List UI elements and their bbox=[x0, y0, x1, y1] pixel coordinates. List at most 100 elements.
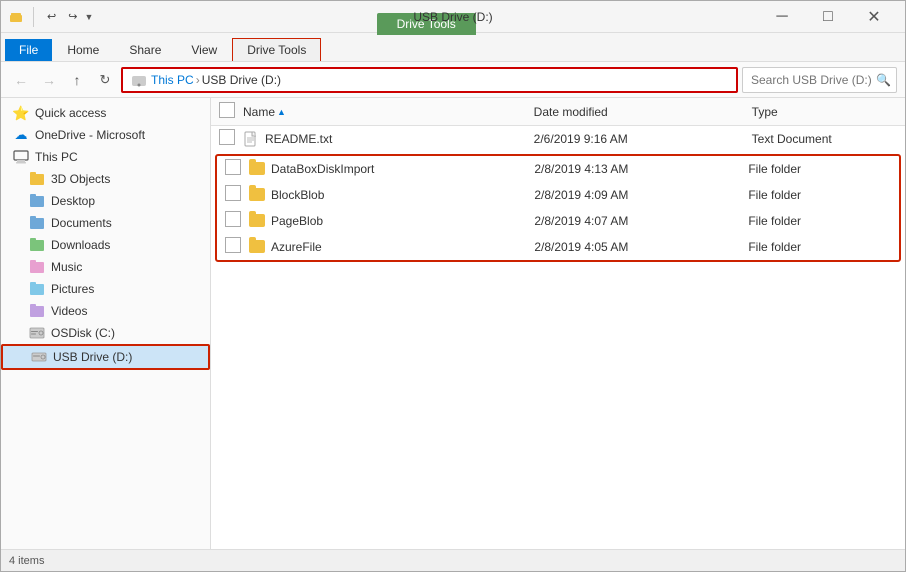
folder-music-icon bbox=[29, 259, 45, 275]
dropdown-arrow[interactable]: ▼ bbox=[84, 12, 93, 22]
up-button[interactable]: ↑ bbox=[65, 68, 89, 92]
table-row[interactable]: BlockBlob 2/8/2019 4:09 AM File folder bbox=[217, 182, 899, 208]
thispc-icon bbox=[13, 149, 29, 165]
undo-btn[interactable]: ↩ bbox=[42, 8, 61, 25]
tab-drive-tools[interactable]: Drive Tools bbox=[232, 38, 321, 61]
main-content: ⭐ Quick access ☁ OneDrive - Microsoft Th… bbox=[1, 98, 905, 549]
search-input[interactable] bbox=[742, 67, 897, 93]
checkbox-2[interactable] bbox=[225, 185, 241, 201]
tab-view[interactable]: View bbox=[176, 38, 232, 61]
sidebar-label-3dobjects: 3D Objects bbox=[51, 172, 110, 186]
explorer-window: ↩ ↪ ▼ Drive Tools USB Drive (D:) ─ □ ✕ F… bbox=[0, 0, 906, 572]
sidebar-label-quickaccess: Quick access bbox=[35, 106, 106, 120]
folder-3d-icon bbox=[29, 171, 45, 187]
sidebar-label-videos: Videos bbox=[51, 304, 87, 318]
row-filename-2: BlockBlob bbox=[271, 188, 324, 202]
folder-documents-icon bbox=[29, 215, 45, 231]
table-row[interactable]: README.txt 2/6/2019 9:16 AM Text Documen… bbox=[211, 126, 905, 152]
folder-videos-icon bbox=[29, 303, 45, 319]
header-name[interactable]: Name ▲ bbox=[243, 105, 534, 119]
sidebar-label-downloads: Downloads bbox=[51, 238, 110, 252]
folder-icon-2 bbox=[249, 187, 265, 203]
quick-save-area: ↩ ↪ ▼ bbox=[42, 8, 93, 25]
checkbox-3[interactable] bbox=[225, 211, 241, 227]
onedrive-icon: ☁ bbox=[13, 127, 29, 143]
address-path[interactable]: This PC › USB Drive (D:) bbox=[121, 67, 738, 93]
sidebar: ⭐ Quick access ☁ OneDrive - Microsoft Th… bbox=[1, 98, 211, 549]
row-filename-3: PageBlob bbox=[271, 214, 323, 228]
row-name-2: BlockBlob bbox=[249, 187, 534, 203]
header-checkbox-area bbox=[219, 102, 243, 121]
sidebar-label-pictures: Pictures bbox=[51, 282, 94, 296]
checkbox-1[interactable] bbox=[225, 159, 241, 175]
title-sep bbox=[33, 7, 34, 27]
file-list-header: Name ▲ Date modified Type bbox=[211, 98, 905, 126]
tab-file[interactable]: File bbox=[5, 39, 52, 61]
header-date-label: Date modified bbox=[534, 105, 608, 119]
title-bar-icons: ↩ ↪ ▼ bbox=[9, 7, 93, 27]
title-bar: ↩ ↪ ▼ Drive Tools USB Drive (D:) ─ □ ✕ bbox=[1, 1, 905, 33]
sidebar-item-desktop[interactable]: Desktop bbox=[1, 190, 210, 212]
tab-home[interactable]: Home bbox=[52, 38, 114, 61]
search-icon: 🔍 bbox=[876, 73, 891, 87]
close-button[interactable]: ✕ bbox=[851, 1, 897, 33]
folder-icon-1 bbox=[249, 161, 265, 177]
folder-pictures-icon bbox=[29, 281, 45, 297]
search-wrapper: 🔍 bbox=[742, 67, 897, 93]
folder-icon-3 bbox=[249, 213, 265, 229]
sort-arrow-name: ▲ bbox=[277, 107, 286, 117]
sidebar-label-documents: Documents bbox=[51, 216, 112, 230]
row-filename-4: AzureFile bbox=[271, 240, 322, 254]
sidebar-item-onedrive[interactable]: ☁ OneDrive - Microsoft bbox=[1, 124, 210, 146]
sidebar-item-usb[interactable]: USB Drive (D:) bbox=[1, 344, 210, 370]
table-row[interactable]: DataBoxDiskImport 2/8/2019 4:13 AM File … bbox=[217, 156, 899, 182]
row-name-1: DataBoxDiskImport bbox=[249, 161, 534, 177]
sidebar-item-pictures[interactable]: Pictures bbox=[1, 278, 210, 300]
header-date[interactable]: Date modified bbox=[534, 105, 752, 119]
tab-share[interactable]: Share bbox=[114, 38, 176, 61]
minimize-button[interactable]: ─ bbox=[759, 1, 805, 33]
address-bar: ← → ↑ ↻ This PC › USB Drive (D:) 🔍 bbox=[1, 62, 905, 98]
sidebar-item-quickaccess[interactable]: ⭐ Quick access bbox=[1, 102, 210, 124]
checkbox-0[interactable] bbox=[219, 129, 235, 145]
redo-btn[interactable]: ↪ bbox=[63, 8, 82, 25]
select-all-checkbox[interactable] bbox=[219, 102, 235, 118]
sidebar-label-thispc: This PC bbox=[35, 150, 78, 164]
table-row[interactable]: PageBlob 2/8/2019 4:07 AM File folder bbox=[217, 208, 899, 234]
sidebar-label-desktop: Desktop bbox=[51, 194, 95, 208]
ribbon-tabs: File Home Share View Drive Tools bbox=[1, 33, 905, 61]
sidebar-item-videos[interactable]: Videos bbox=[1, 300, 210, 322]
checkbox-4[interactable] bbox=[225, 237, 241, 253]
status-text: 4 items bbox=[9, 555, 44, 567]
refresh-button[interactable]: ↻ bbox=[93, 68, 117, 92]
row-checkbox-1 bbox=[225, 159, 249, 178]
path-usb: USB Drive (D:) bbox=[202, 73, 281, 87]
file-list: Name ▲ Date modified Type bbox=[211, 98, 905, 549]
drive-usb-icon bbox=[31, 349, 47, 365]
forward-button[interactable]: → bbox=[37, 68, 61, 92]
highlighted-folders-group: DataBoxDiskImport 2/8/2019 4:13 AM File … bbox=[215, 154, 901, 262]
row-date-2: 2/8/2019 4:09 AM bbox=[534, 188, 748, 202]
file-icon-0 bbox=[243, 131, 259, 147]
row-type-4: File folder bbox=[748, 240, 891, 254]
sidebar-item-music[interactable]: Music bbox=[1, 256, 210, 278]
row-date-1: 2/8/2019 4:13 AM bbox=[534, 162, 748, 176]
folder-icon-4 bbox=[249, 239, 265, 255]
status-bar: 4 items bbox=[1, 549, 905, 571]
maximize-button[interactable]: □ bbox=[805, 1, 851, 33]
sidebar-item-documents[interactable]: Documents bbox=[1, 212, 210, 234]
sidebar-item-3dobjects[interactable]: 3D Objects bbox=[1, 168, 210, 190]
table-row[interactable]: AzureFile 2/8/2019 4:05 AM File folder bbox=[217, 234, 899, 260]
sidebar-label-usb: USB Drive (D:) bbox=[53, 350, 132, 364]
header-type[interactable]: Type bbox=[752, 105, 897, 119]
drive-c-icon bbox=[29, 325, 45, 341]
sidebar-item-downloads[interactable]: Downloads bbox=[1, 234, 210, 256]
sidebar-item-osdisk[interactable]: OSDisk (C:) bbox=[1, 322, 210, 344]
window-icon bbox=[9, 9, 25, 25]
back-button[interactable]: ← bbox=[9, 68, 33, 92]
row-type-2: File folder bbox=[748, 188, 891, 202]
row-name-0: README.txt bbox=[243, 131, 534, 147]
row-type-0: Text Document bbox=[752, 132, 897, 146]
sidebar-item-thispc[interactable]: This PC bbox=[1, 146, 210, 168]
row-date-4: 2/8/2019 4:05 AM bbox=[534, 240, 748, 254]
